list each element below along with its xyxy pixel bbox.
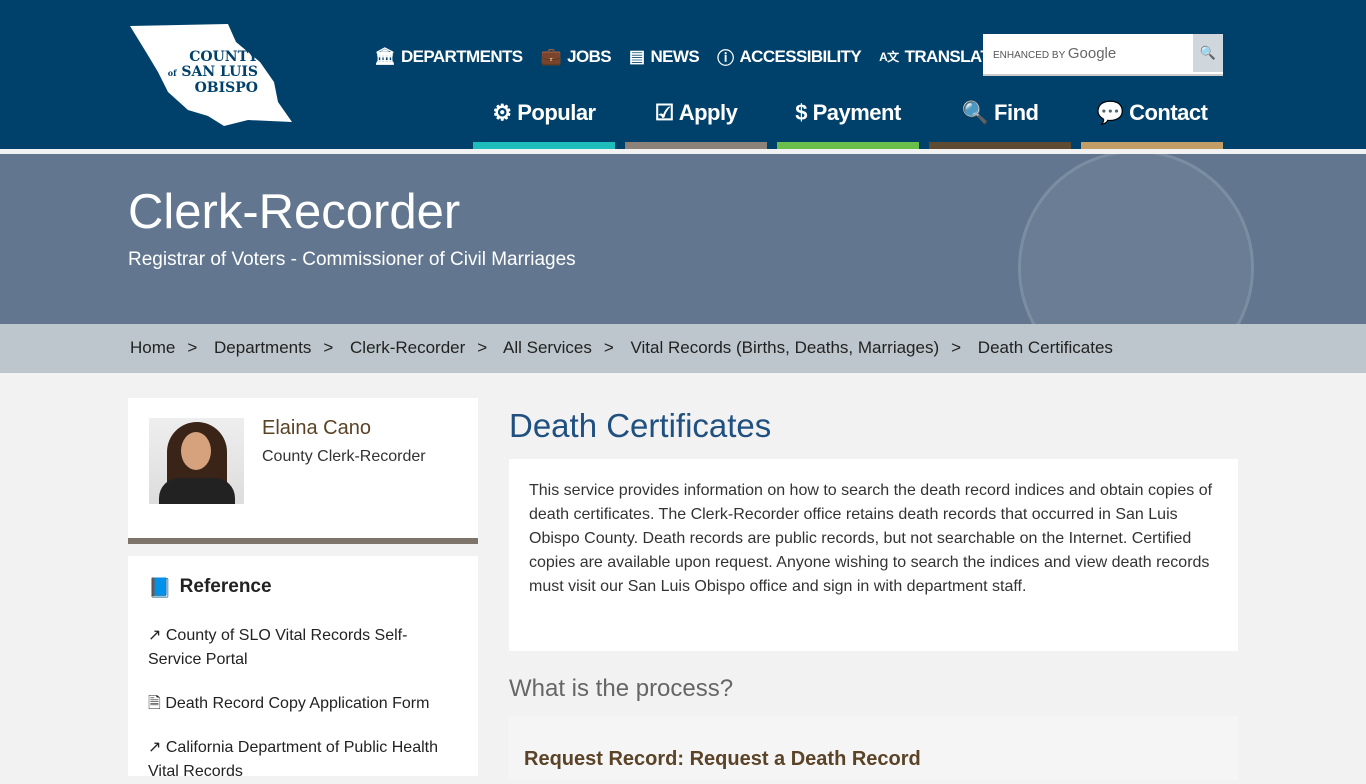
dollar-icon: $ [795, 100, 807, 125]
department-title: Clerk-Recorder [128, 185, 461, 239]
nav-jobs[interactable]: 💼 JOBS [540, 44, 612, 69]
reference-panel: 📘 Reference ↗ County of SLO Vital Records… [128, 556, 478, 780]
process-step: Request Record: Request a Death Record [509, 716, 1238, 780]
translate-icon: A文 [879, 50, 899, 64]
breadcrumb: Home > Departments > Clerk-Recorder > All S… [0, 324, 1366, 373]
accessibility-icon: ⓘ [717, 49, 734, 68]
newspaper-icon: ▤ [629, 46, 645, 66]
breadcrumb-all-services[interactable]: All Services [503, 338, 592, 357]
tab-popular[interactable]: ⚙ Popular [473, 100, 615, 149]
breadcrumb-clerk-recorder[interactable]: Clerk-Recorder [350, 338, 465, 357]
tab-apply[interactable]: ☑ Apply [625, 100, 767, 149]
external-link-icon: ↗ [148, 739, 162, 756]
briefcase-icon: 💼 [540, 46, 562, 66]
avatar [149, 418, 244, 504]
breadcrumb-vital-records[interactable]: Vital Records (Births, Deaths, Marriages… [631, 338, 940, 357]
service-description: This service provides information on how… [509, 459, 1238, 651]
county-seal-watermark [1018, 154, 1254, 324]
external-link-icon: ↗ [148, 627, 162, 644]
official-card: Elaina Cano County Clerk-Recorder [128, 398, 478, 544]
tab-contact[interactable]: 💬 Contact [1081, 100, 1223, 149]
nav-accessibility[interactable]: ⓘ ACCESSIBILITY [717, 44, 862, 69]
process-heading: What is the process? [509, 675, 734, 702]
search-icon: 🔍 [1199, 45, 1217, 60]
official-name: Elaina Cano [262, 417, 371, 439]
nav-departments[interactable]: 🏛 DEPARTMENTS [374, 44, 523, 69]
page-title: Death Certificates [509, 407, 772, 444]
tab-payment[interactable]: $ Payment [777, 100, 919, 149]
nav-news[interactable]: ▤ NEWS [629, 44, 700, 69]
gear-icon: ⚙ [492, 100, 512, 125]
building-icon: 🏛 [374, 46, 396, 66]
utility-nav: 🏛 DEPARTMENTS 💼 JOBS ▤ NEWS ⓘ ACCESSIBILITY … [374, 44, 1001, 69]
breadcrumb-home[interactable]: Home [130, 338, 175, 357]
checkbox-icon: ☑ [654, 100, 675, 125]
breadcrumb-departments[interactable]: Departments [214, 338, 311, 357]
search-icon: 🔍 [961, 100, 989, 125]
department-subtitle: Registrar of Voters - Commissioner of Ci… [128, 249, 576, 270]
search-button[interactable]: 🔍 [1193, 34, 1223, 72]
reference-link[interactable]: ↗ County of SLO Vital Records Self-Servi… [148, 624, 458, 672]
main-nav: ⚙ Popular ☑ Apply $ Payment 🔍 Find 💬 Con… [473, 100, 1223, 149]
county-logo[interactable]: COUNTY of SAN LUIS OBISPO [128, 22, 294, 128]
tab-find[interactable]: 🔍 Find [929, 100, 1071, 149]
official-title: County Clerk-Recorder [262, 448, 426, 465]
page-banner: Clerk-Recorder Registrar of Voters - Com… [0, 154, 1366, 324]
reference-link[interactable]: ↗ California Department of Public Health… [148, 736, 458, 784]
chat-icon: 💬 [1096, 100, 1124, 125]
search-input[interactable]: ENHANCED BY Google 🔍 [983, 34, 1223, 76]
document-icon: 🗎 [148, 695, 161, 712]
book-icon: 📘 [148, 578, 172, 599]
site-header: COUNTY of SAN LUIS OBISPO 🏛 DEPARTMENTS 💼… [0, 0, 1366, 149]
reference-link[interactable]: 🗎 Death Record Copy Application Form [148, 692, 458, 716]
breadcrumb-current: Death Certificates [977, 338, 1113, 357]
